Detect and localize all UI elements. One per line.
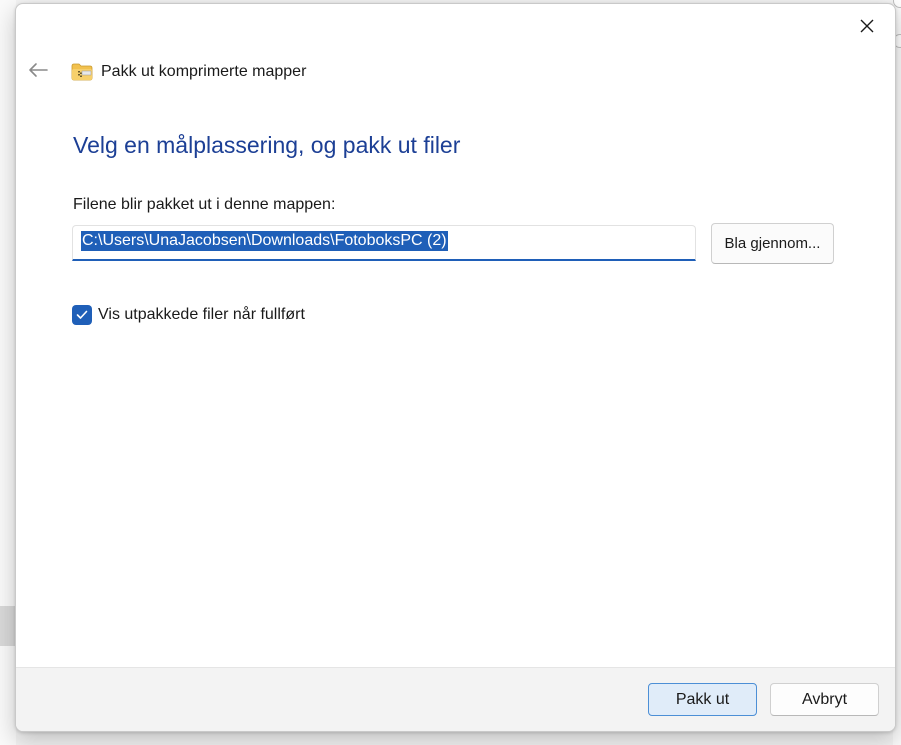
destination-path-value: C:\Users\UnaJacobsen\Downloads\FotoboksP… [81,231,448,251]
destination-label: Filene blir pakket ut i denne mappen: [73,196,336,213]
checkmark-icon [76,310,88,319]
back-button[interactable] [24,56,52,84]
background-selected-row [0,606,16,646]
zip-folder-icon [71,63,93,81]
page-heading: Velg en målplassering, og pakk ut filer [73,132,461,158]
close-button[interactable] [851,12,883,40]
background-list-fragment [0,0,16,745]
browse-button[interactable]: Bla gjennom... [711,223,834,264]
dialog-header: Pakk ut komprimerte mapper [71,59,306,85]
extract-button[interactable]: Pakk ut [648,683,757,716]
arrow-left-icon [29,63,48,77]
extract-dialog: Pakk ut komprimerte mapper Velg en målpl… [15,3,896,732]
cancel-button[interactable]: Avbryt [770,683,879,716]
destination-path-input[interactable]: C:\Users\UnaJacobsen\Downloads\FotoboksP… [72,225,696,261]
dialog-title: Pakk ut komprimerte mapper [101,63,307,80]
show-files-checkbox[interactable] [72,305,92,325]
close-icon [860,19,874,33]
show-files-label: Vis utpakkede filer når fullført [98,306,305,323]
dialog-footer [16,667,895,731]
show-files-option[interactable]: Vis utpakkede filer når fullført [72,305,305,325]
